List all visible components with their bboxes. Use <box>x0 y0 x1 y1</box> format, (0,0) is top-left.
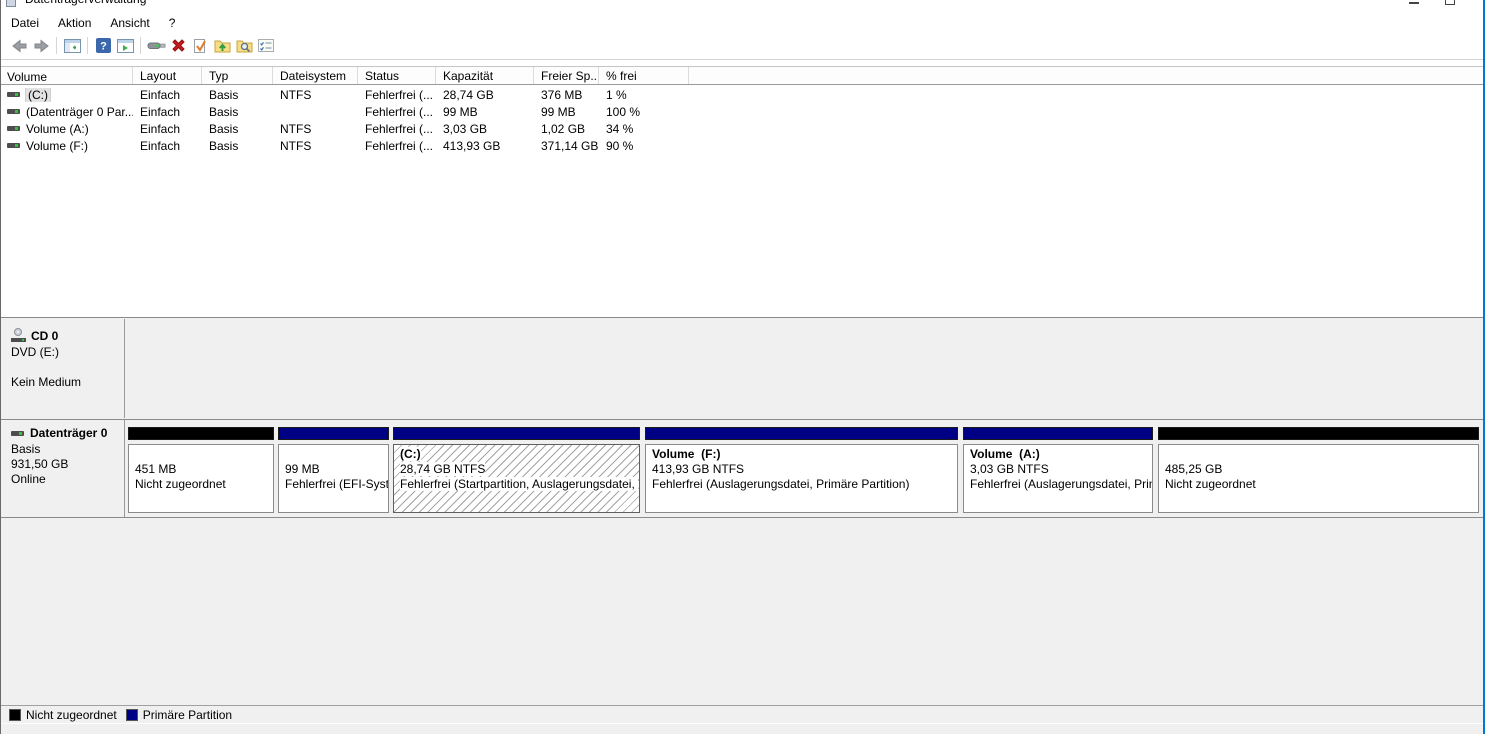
menu-ansicht[interactable]: Ansicht <box>110 14 158 32</box>
cd-drive-subtitle: DVD (E:) <box>11 345 59 359</box>
partition-block-unallocated-485gb[interactable]: 485,25 GB Nicht zugeordnet <box>1158 420 1479 517</box>
volume-row-system-partition[interactable]: (Datenträger 0 Par... Einfach Basis Fehl… <box>1 103 1483 120</box>
partition-bar <box>278 427 389 440</box>
forward-icon[interactable] <box>30 36 52 56</box>
volume-row-a[interactable]: Volume (A:) Einfach Basis NTFS Fehlerfre… <box>1 120 1483 137</box>
menu-aktion[interactable]: Aktion <box>58 14 100 32</box>
volume-name: Volume (F:) <box>26 138 89 153</box>
title-bar[interactable]: Datenträgerverwaltung <box>1 0 1483 13</box>
toolbar-separator <box>87 37 88 54</box>
column-header-layout[interactable]: Layout <box>133 67 202 84</box>
help-icon[interactable]: ? <box>92 36 114 56</box>
partition-bar <box>645 427 958 440</box>
partition-bar <box>1158 427 1479 440</box>
disk-0-status: Online <box>11 472 46 486</box>
show-action-pane-icon[interactable] <box>114 36 136 56</box>
menu-bar: Datei Aktion Ansicht ? <box>1 13 1483 32</box>
legend-item-unallocated: Nicht zugeordnet <box>9 708 117 722</box>
window-title: Datenträgerverwaltung <box>25 0 146 6</box>
menu-hilfe[interactable]: ? <box>169 14 185 32</box>
legend-bar: Nicht zugeordnet Primäre Partition <box>1 705 1483 723</box>
disk-0-type: Basis <box>11 442 41 456</box>
partition-block-efi-99mb[interactable]: 99 MB Fehlerfrei (EFI-Syst <box>278 420 389 517</box>
column-header-freier-sp[interactable]: Freier Sp... <box>534 67 599 84</box>
cd-drive-status: Kein Medium <box>11 375 82 389</box>
back-icon[interactable] <box>8 36 30 56</box>
volume-icon <box>7 143 20 148</box>
graphical-view: CD 0 DVD (E:) Kein Medium Datenträger 0 … <box>1 317 1483 705</box>
column-header-typ[interactable]: Typ <box>202 67 273 84</box>
column-header-prozent-frei[interactable]: % frei <box>599 67 689 84</box>
cd-drive-icon <box>11 328 28 343</box>
legend-item-primary-partition: Primäre Partition <box>125 707 233 722</box>
partition-block-c[interactable]: (C:) 28,74 GB NTFS Fehlerfrei (Startpart… <box>393 420 640 517</box>
volume-name: Volume (A:) <box>26 121 89 136</box>
status-bar <box>1 723 1483 734</box>
show-console-tree-icon[interactable] <box>61 36 83 56</box>
cd-drive-title: CD 0 <box>31 328 59 343</box>
toolbar-separator <box>140 37 141 54</box>
disk-management-window: Datenträgerverwaltung Datei Aktion Ansic… <box>0 0 1485 734</box>
volume-list: Volume Layout Typ Dateisystem Status Kap… <box>1 61 1483 317</box>
open-folder-icon[interactable] <box>211 36 233 56</box>
column-header-status[interactable]: Status <box>358 67 436 84</box>
legend-swatch-primary-partition <box>125 708 138 721</box>
cd-drive-panel[interactable]: CD 0 DVD (E:) Kein Medium <box>1 319 125 418</box>
volume-rows: (C:) Einfach Basis NTFS Fehlerfrei (... … <box>1 86 1483 154</box>
toolbar: ? <box>1 32 1483 60</box>
column-header-kapazitaet[interactable]: Kapazität <box>436 67 534 84</box>
toolbar-separator <box>56 37 57 54</box>
legend-label: Nicht zugeordnet <box>26 707 117 722</box>
disk-icon <box>11 430 24 436</box>
partition-block-unallocated-451mb[interactable]: 451 MB Nicht zugeordnet <box>128 420 274 517</box>
volume-icon <box>7 92 20 97</box>
check-document-icon[interactable] <box>189 36 211 56</box>
disk-0-panel[interactable]: Datenträger 0 Basis 931,50 GB Online <box>1 420 125 517</box>
partition-bar <box>128 427 274 440</box>
svg-text:?: ? <box>100 41 107 53</box>
disk-0-size: 931,50 GB <box>11 457 69 471</box>
delete-volume-icon[interactable] <box>167 36 189 56</box>
properties-list-icon[interactable] <box>255 36 277 56</box>
legend-swatch-unallocated <box>9 708 21 721</box>
volume-row-c[interactable]: (C:) Einfach Basis NTFS Fehlerfrei (... … <box>1 86 1483 103</box>
maximize-icon[interactable] <box>1445 0 1455 5</box>
legend-label: Primäre Partition <box>142 707 233 722</box>
volume-name-selected: (C:) <box>25 87 51 102</box>
column-header-volume[interactable]: Volume <box>1 67 133 84</box>
volume-icon <box>7 109 20 114</box>
disk-0-title: Datenträger 0 <box>30 426 108 440</box>
drive-tool-icon[interactable] <box>145 36 167 56</box>
partition-block-f[interactable]: Volume (F:) 413,93 GB NTFS Fehlerfrei (A… <box>645 420 958 517</box>
volume-row-f[interactable]: Volume (F:) Einfach Basis NTFS Fehlerfre… <box>1 137 1483 154</box>
volume-icon <box>7 126 20 131</box>
menu-datei[interactable]: Datei <box>11 14 48 32</box>
explore-folder-icon[interactable] <box>233 36 255 56</box>
minimize-icon[interactable] <box>1409 2 1419 4</box>
partition-bar <box>963 427 1153 440</box>
app-icon <box>6 0 16 7</box>
column-header-filler <box>689 67 1483 84</box>
disk-0-row: Datenträger 0 Basis 931,50 GB Online 451… <box>1 419 1483 518</box>
column-header-dateisystem[interactable]: Dateisystem <box>273 67 358 84</box>
volume-list-header: Volume Layout Typ Dateisystem Status Kap… <box>1 66 1483 85</box>
partition-bar <box>393 427 640 440</box>
partition-block-a[interactable]: Volume (A:) 3,03 GB NTFS Fehlerfrei (Aus… <box>963 420 1153 517</box>
volume-name: (Datenträger 0 Par... <box>26 104 133 119</box>
cd-drive-row: CD 0 DVD (E:) Kein Medium <box>1 319 1483 418</box>
